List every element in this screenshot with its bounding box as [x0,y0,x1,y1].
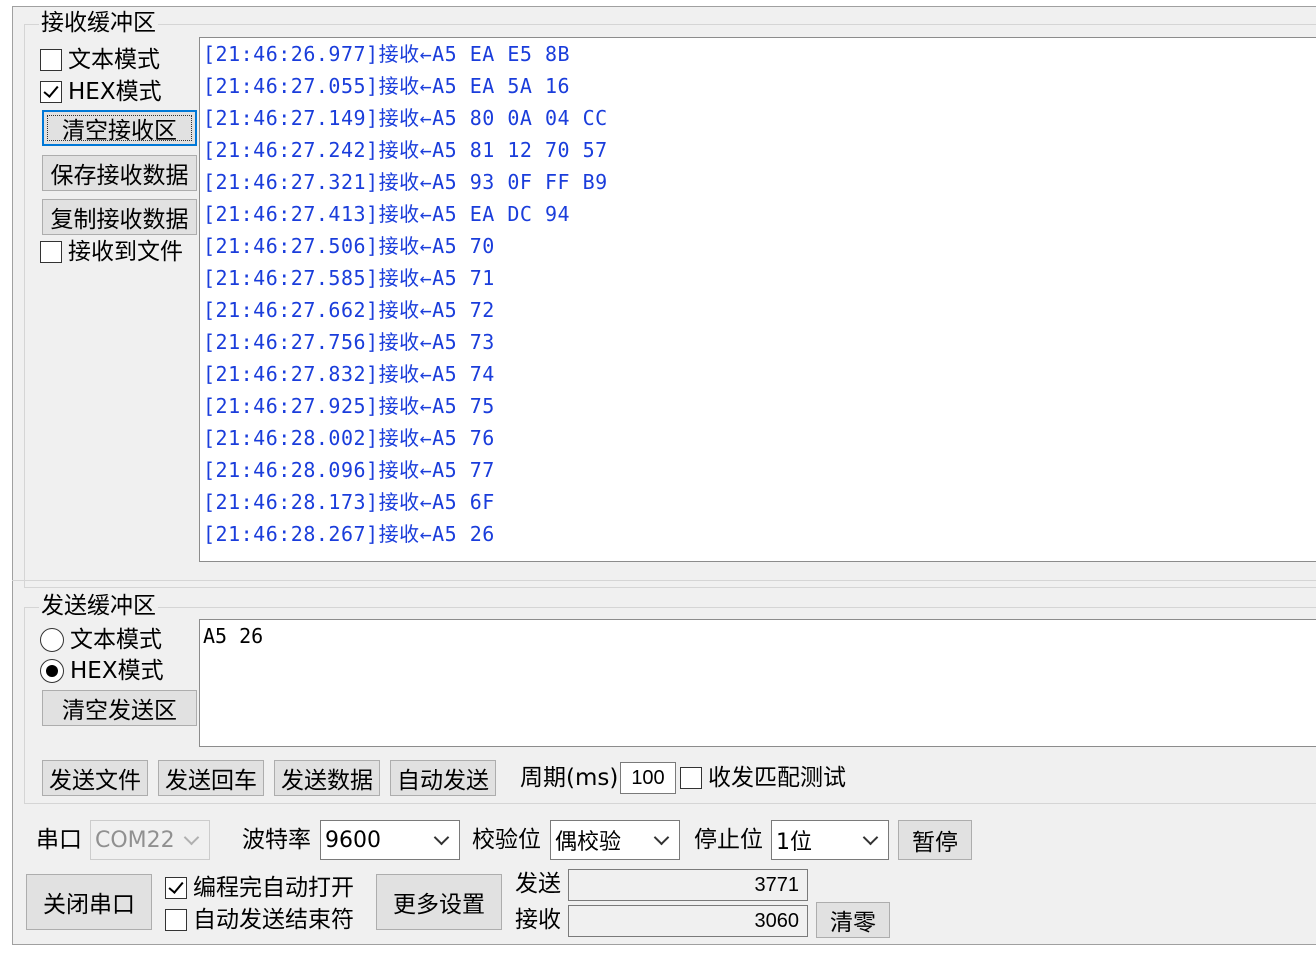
log-line: [21:46:27.925]接收←A5 75 [203,394,495,418]
log-line: [21:46:27.832]接收←A5 74 [203,362,495,386]
radio-circle-selected[interactable] [40,659,64,683]
auto-end-checkbox[interactable]: 自动发送结束符 [165,906,354,934]
checkbox-box[interactable] [40,49,62,71]
match-test-label: 收发匹配测试 [708,765,846,791]
section-divider [12,580,1316,581]
receive-hex-mode-checkbox[interactable]: HEX模式 [40,78,162,106]
recv-count-label: 接收 [515,907,561,933]
send-text-mode-radio[interactable]: 文本模式 [40,626,162,654]
receive-to-file-checkbox[interactable]: 接收到文件 [40,238,183,266]
log-line: [21:46:27.756]接收←A5 73 [203,330,495,354]
receive-hex-mode-label: HEX模式 [68,79,162,105]
port-select[interactable]: COM22 [90,820,210,860]
log-line: [21:46:27.149]接收←A5 80 0A 04 CC [203,106,608,130]
checkbox-box-checked[interactable] [165,877,187,899]
chevron-down-icon [433,829,450,846]
receive-log-area[interactable]: [21:46:26.977]接收←A5 EA E5 8B [21:46:27.05… [199,37,1316,562]
log-line: [21:46:28.002]接收←A5 76 [203,426,495,450]
chevron-down-icon [653,829,670,846]
port-label: 串口 [36,827,82,853]
stopbits-label: 停止位 [694,827,763,853]
log-line: [21:46:28.173]接收←A5 6F [203,490,495,514]
log-line: [21:46:27.585]接收←A5 71 [203,266,495,290]
more-settings-button[interactable]: 更多设置 [376,874,502,930]
checkbox-box[interactable] [680,767,702,789]
log-line: [21:46:27.242]接收←A5 81 12 70 57 [203,138,608,162]
baud-select[interactable]: 9600 [320,820,460,860]
period-label: 周期(ms) [520,765,619,791]
auto-open-checkbox[interactable]: 编程完自动打开 [165,874,354,902]
log-line: [21:46:27.321]接收←A5 93 0F FF B9 [203,170,608,194]
clear-send-button[interactable]: 清空发送区 [42,690,197,726]
log-line: [21:46:27.055]接收←A5 EA 5A 16 [203,74,571,98]
stopbits-select[interactable]: 1位 [771,820,889,860]
checkbox-box[interactable] [40,241,62,263]
log-line: [21:46:27.413]接收←A5 EA DC 94 [203,202,571,226]
log-line: [21:46:26.977]接收←A5 EA E5 8B [203,42,571,66]
chevron-down-icon [862,829,879,846]
send-file-button[interactable]: 发送文件 [42,760,148,796]
send-data-button[interactable]: 发送数据 [274,760,380,796]
receive-to-file-label: 接收到文件 [68,239,183,265]
baud-label: 波特率 [242,827,311,853]
port-select-value: COM22 [95,827,175,853]
parity-select[interactable]: 偶校验 [550,820,680,860]
parity-select-value: 偶校验 [555,830,622,855]
chevron-down-icon [183,829,200,846]
send-text-mode-label: 文本模式 [70,627,162,653]
receive-text-mode-label: 文本模式 [68,47,160,73]
clear-receive-button[interactable]: 清空接收区 [42,110,197,146]
log-line: [21:46:28.096]接收←A5 77 [203,458,495,482]
close-port-button[interactable]: 关闭串口 [26,874,152,930]
send-buffer-legend: 发送缓冲区 [39,592,158,620]
period-input[interactable]: 100 [620,762,676,794]
auto-send-button[interactable]: 自动发送 [390,760,496,796]
log-line: [21:46:27.662]接收←A5 72 [203,298,495,322]
pause-button[interactable]: 暂停 [898,820,972,860]
recv-count-field: 3060 [568,905,808,937]
match-test-checkbox[interactable]: 收发匹配测试 [680,764,846,792]
log-line: [21:46:28.267]接收←A5 26 [203,522,495,546]
receive-text-mode-checkbox[interactable]: 文本模式 [40,46,160,74]
stopbits-select-value: 1位 [776,830,812,855]
log-line: [21:46:27.506]接收←A5 70 [203,234,495,258]
save-receive-button[interactable]: 保存接收数据 [42,155,197,191]
send-enter-button[interactable]: 发送回车 [158,760,264,796]
parity-label: 校验位 [472,827,541,853]
send-count-field: 3771 [568,869,808,901]
send-hex-mode-label: HEX模式 [70,658,164,684]
radio-circle[interactable] [40,628,64,652]
checkbox-box[interactable] [165,909,187,931]
send-count-label: 发送 [515,871,561,897]
baud-select-value: 9600 [325,827,381,853]
send-input-area[interactable]: A5 26 [199,619,1316,747]
auto-end-label: 自动发送结束符 [193,907,354,933]
clear-count-button[interactable]: 清零 [816,902,890,938]
receive-buffer-legend: 接收缓冲区 [39,9,158,37]
send-hex-mode-radio[interactable]: HEX模式 [40,657,164,685]
copy-receive-button[interactable]: 复制接收数据 [42,199,197,235]
checkbox-box-checked[interactable] [40,81,62,103]
auto-open-label: 编程完自动打开 [193,875,354,901]
